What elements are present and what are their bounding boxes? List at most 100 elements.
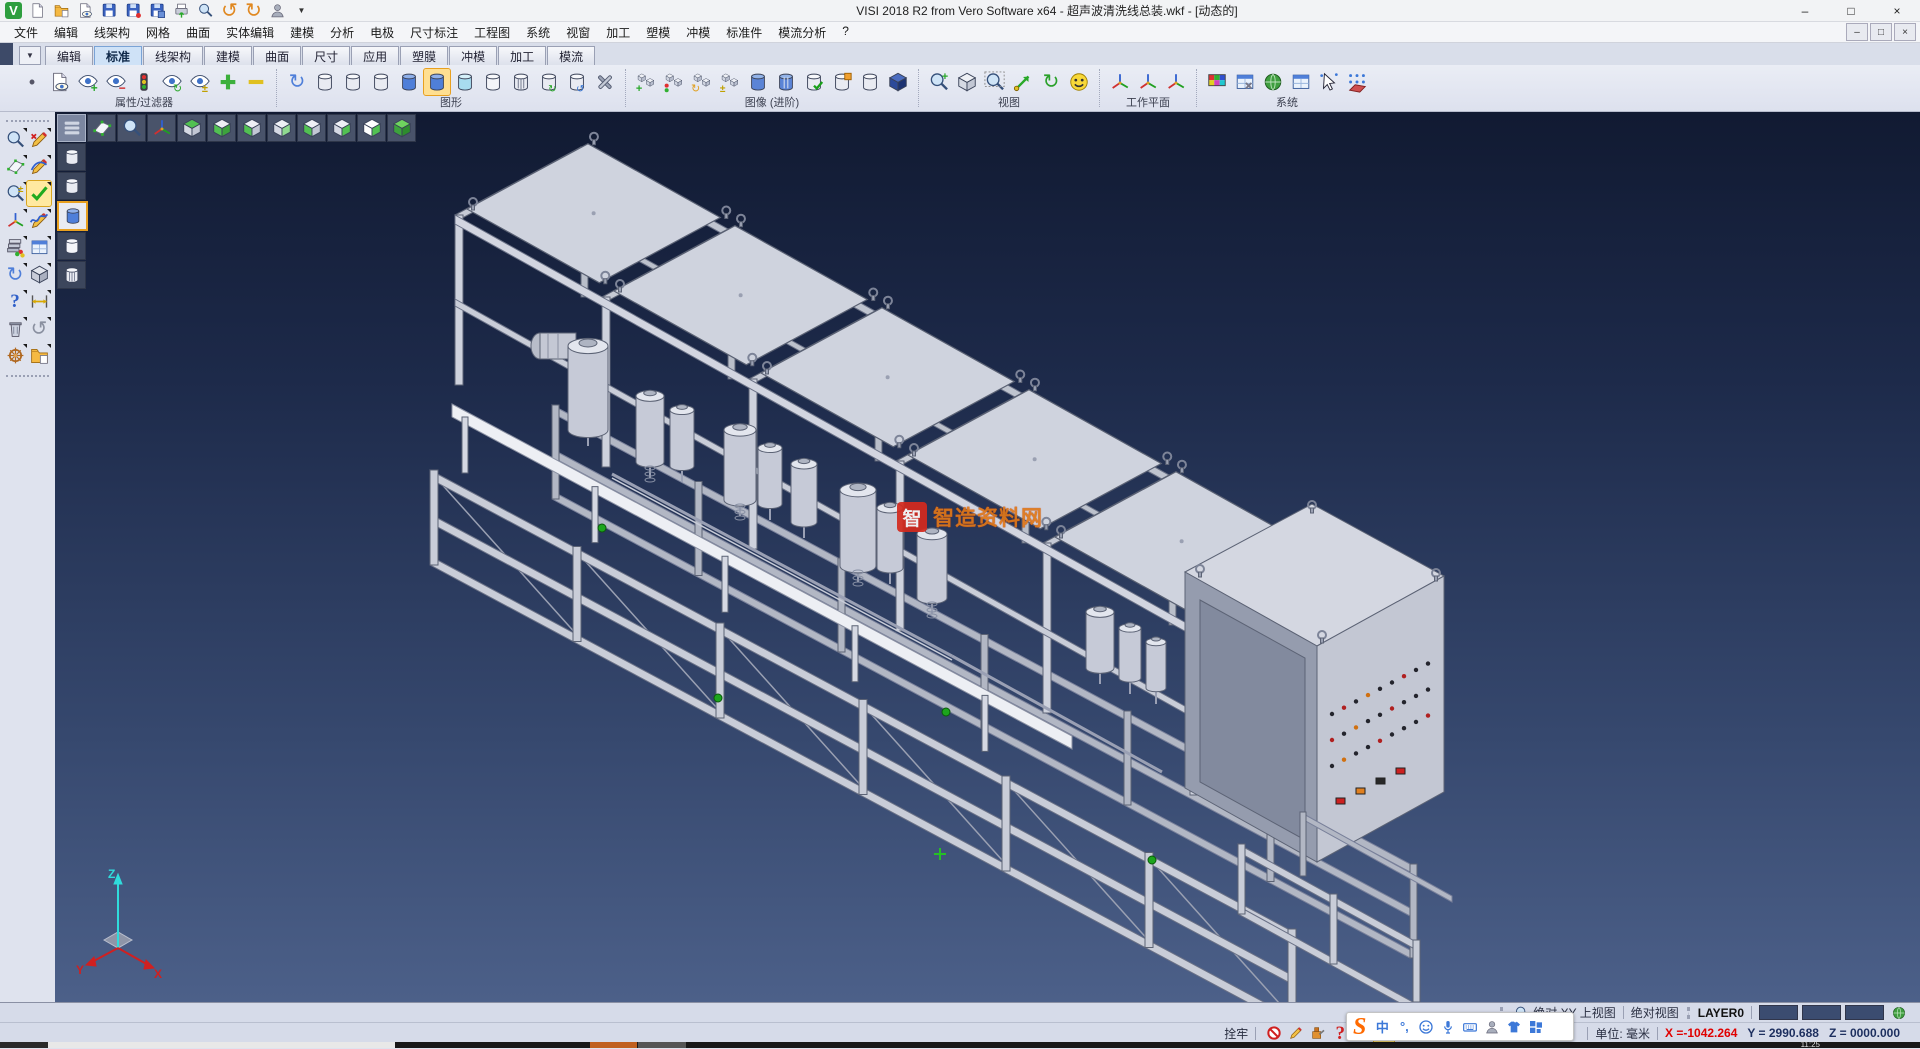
ribbon-tab-7[interactable]: 塑膜 (400, 46, 448, 65)
undo-gray-icon[interactable]: ↺ (27, 316, 51, 341)
keyboard-icon[interactable] (1459, 1018, 1481, 1035)
cyl-check-icon[interactable] (801, 69, 827, 95)
cyl-strip-active-icon[interactable] (57, 201, 88, 231)
view-face-icon[interactable] (1066, 69, 1092, 95)
ribbon-tab-4[interactable]: 曲面 (253, 46, 301, 65)
mdi-minimize-button[interactable]: – (1846, 23, 1868, 41)
sketch-spline-icon[interactable] (27, 208, 51, 233)
plane-frame-icon[interactable] (87, 114, 116, 142)
tab-dropdown-button[interactable]: ▼ (19, 46, 41, 65)
cubes-refresh-icon[interactable]: ↻ (689, 69, 715, 95)
arrow-measure-icon[interactable] (1010, 69, 1036, 95)
help-question-icon[interactable]: ? (3, 289, 27, 314)
ribbon-tab-1[interactable]: 标准 (94, 46, 142, 65)
minimize-button[interactable]: – (1782, 0, 1828, 22)
ribbon-tab-5[interactable]: 尺寸 (302, 46, 350, 65)
cyl-refresh-icon[interactable]: ↻ (536, 69, 562, 95)
cyl-cyan-icon[interactable] (452, 69, 478, 95)
sketch-curve-icon[interactable] (27, 154, 51, 179)
layer-color-swatch-1[interactable] (1802, 1005, 1841, 1020)
status-grip-2[interactable] (1687, 1007, 1690, 1019)
toolbar-dropdown-icon[interactable]: ▼ (291, 1, 312, 20)
toolbar-grip[interactable] (6, 120, 49, 122)
toolbar-grip-bottom[interactable] (6, 375, 49, 377)
3d-viewport[interactable]: ZXY 智 智造资料网 (55, 112, 1920, 1002)
mdi-close-button[interactable]: × (1894, 23, 1916, 41)
zoom-view-icon[interactable] (117, 114, 146, 142)
eye-add-icon[interactable]: + (75, 69, 101, 95)
maximize-button[interactable]: □ (1828, 0, 1874, 22)
axis-triad-icon[interactable] (147, 114, 176, 142)
folder-export-icon[interactable] (27, 343, 51, 368)
cube-gray-icon[interactable] (27, 262, 51, 287)
menu-item-0[interactable]: 文件 (6, 22, 46, 43)
attr-brush-icon[interactable]: • (19, 69, 45, 95)
cyl-wire-a-icon[interactable] (312, 69, 338, 95)
validate-check-icon[interactable] (27, 181, 51, 206)
grid-apps-icon[interactable] (1525, 1018, 1547, 1035)
ribbon-tab-2[interactable]: 线架构 (143, 46, 203, 65)
menu-item-13[interactable]: 加工 (598, 22, 638, 43)
menu-item-10[interactable]: 工程图 (466, 22, 518, 43)
refresh-blue-icon[interactable]: ↻ (284, 69, 310, 95)
file-new-icon[interactable] (27, 1, 48, 20)
taskbar-start-segment[interactable] (0, 1042, 48, 1048)
ime-punctuation-toggle[interactable]: °, (1393, 1019, 1415, 1034)
taskbar-app-segment-2[interactable] (590, 1042, 637, 1048)
cube-bottom-icon[interactable] (207, 114, 236, 142)
visi-logo-icon[interactable]: V (3, 1, 24, 20)
menu-item-5[interactable]: 实体编辑 (218, 22, 282, 43)
layer-color-swatch-2[interactable] (1845, 1005, 1884, 1020)
cube-iso-icon[interactable] (357, 114, 386, 142)
plane-stretch-icon[interactable] (3, 154, 27, 179)
emoji-face-icon[interactable] (1415, 1018, 1437, 1035)
menu-item-4[interactable]: 曲面 (178, 22, 218, 43)
minus-yellow-icon[interactable] (243, 69, 269, 95)
color-palette-icon[interactable] (1204, 69, 1230, 95)
ribbon-tab-3[interactable]: 建模 (204, 46, 252, 65)
cubes-plusminus-icon[interactable]: ± (717, 69, 743, 95)
layers-paint-icon[interactable] (3, 235, 27, 260)
window-blue-icon[interactable] (27, 235, 51, 260)
traffic-filter-icon[interactable] (131, 69, 157, 95)
select-points-icon[interactable] (1316, 69, 1342, 95)
mdi-restore-button[interactable]: □ (1870, 23, 1892, 41)
cyl-stripe-icon[interactable] (773, 69, 799, 95)
cyl-wire-b-icon[interactable] (340, 69, 366, 95)
refresh-rotate-icon[interactable]: ↻ (3, 262, 27, 287)
cube-top-icon[interactable] (177, 114, 206, 142)
cube-navy-icon[interactable] (885, 69, 911, 95)
cube-back-icon[interactable] (267, 114, 296, 142)
folder-open-icon[interactable] (51, 1, 72, 20)
ribbon-tab-0[interactable]: 编辑 (45, 46, 93, 65)
trash-bin-icon[interactable] (3, 316, 27, 341)
workplane-create-icon[interactable] (1135, 69, 1161, 95)
globe-status-icon[interactable] (1889, 1004, 1909, 1021)
save-network-icon[interactable] (147, 1, 168, 20)
window-config-icon[interactable] (1288, 69, 1314, 95)
ribbon-tab-6[interactable]: 应用 (351, 46, 399, 65)
person-icon[interactable] (1481, 1018, 1503, 1035)
doc-eye-icon[interactable] (47, 69, 73, 95)
cyl-copy-icon[interactable] (829, 69, 855, 95)
cyl-light-icon[interactable] (57, 232, 86, 260)
cyl-import-icon[interactable]: ↺ (564, 69, 590, 95)
globe-tools-icon[interactable] (1260, 69, 1286, 95)
doc-import-icon[interactable] (75, 1, 96, 20)
grid-cast-icon[interactable] (1344, 69, 1370, 95)
menu-item-15[interactable]: 冲模 (678, 22, 718, 43)
cubes-add-icon[interactable]: + (633, 69, 659, 95)
list-menu-icon[interactable] (57, 114, 86, 142)
block-red-icon[interactable] (1264, 1025, 1284, 1042)
layer-color-swatch-0[interactable] (1759, 1005, 1798, 1020)
eye-plusminus-icon[interactable]: ± (187, 69, 213, 95)
print-export-icon[interactable] (171, 1, 192, 20)
mic-icon[interactable] (1437, 1018, 1459, 1035)
cyl-blue-active-icon[interactable] (424, 69, 450, 95)
snap-tools-icon[interactable] (1308, 1025, 1328, 1042)
cube-right-icon[interactable] (327, 114, 356, 142)
plus-green-icon[interactable] (215, 69, 241, 95)
workplane-align-icon[interactable] (1163, 69, 1189, 95)
menu-item-7[interactable]: 分析 (322, 22, 362, 43)
menu-item-12[interactable]: 视窗 (558, 22, 598, 43)
